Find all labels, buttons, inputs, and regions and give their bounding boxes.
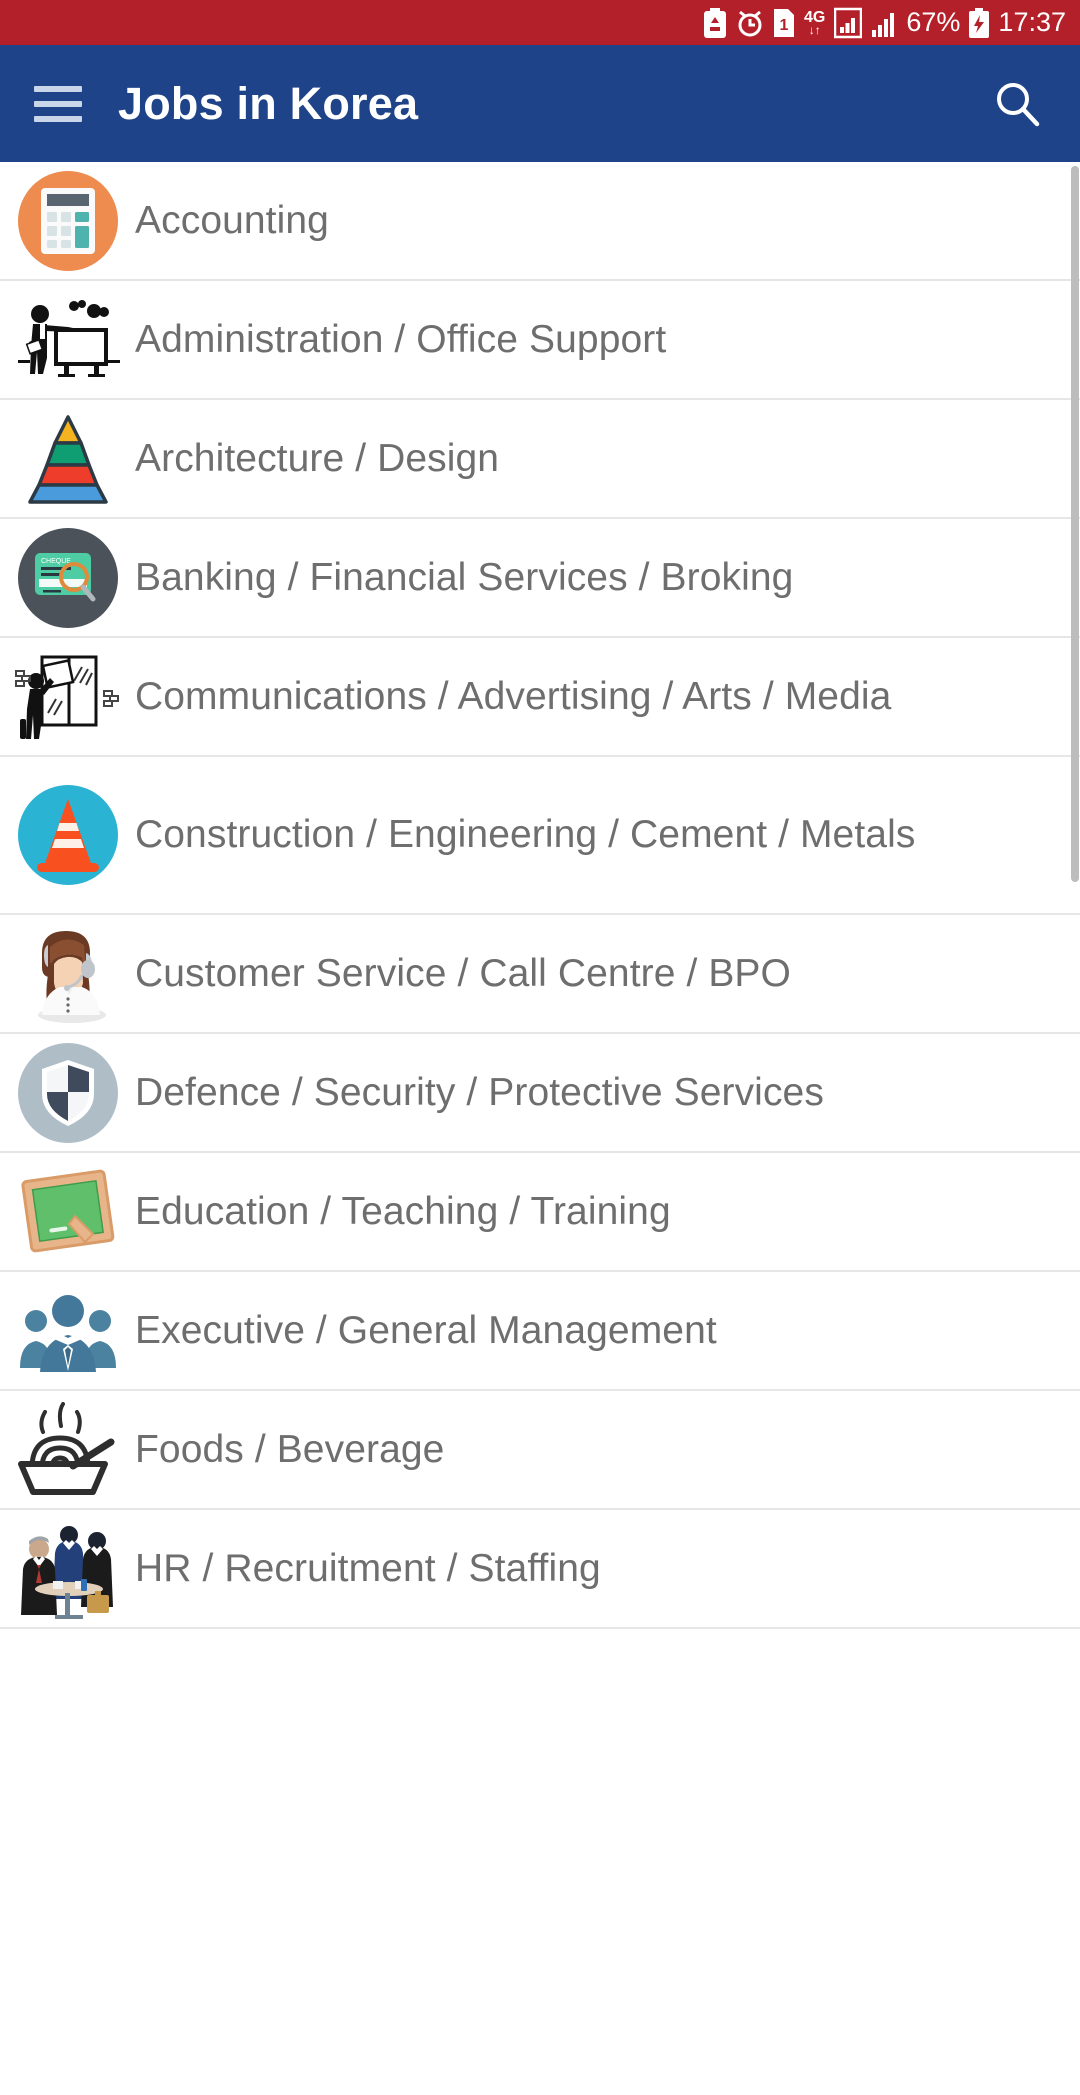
hamburger-menu-icon[interactable] bbox=[34, 85, 82, 122]
scrollbar-thumb[interactable] bbox=[1071, 166, 1079, 882]
list-item[interactable]: Defence / Security / Protective Services bbox=[0, 1034, 1080, 1153]
noodle-bowl-icon bbox=[0, 1401, 135, 1498]
battery-recycle-icon bbox=[703, 7, 727, 38]
chalkboard-icon bbox=[0, 1166, 135, 1258]
signal-bars-sim1-icon bbox=[834, 7, 863, 39]
business-team-icon bbox=[0, 1288, 135, 1374]
list-item[interactable]: Accounting bbox=[0, 162, 1080, 281]
presenter-whiteboard-icon bbox=[0, 298, 135, 382]
list-item-label: Defence / Security / Protective Services bbox=[135, 1070, 824, 1114]
cheque-magnifier-icon: CHEQUE bbox=[0, 527, 135, 628]
hamburger-bar bbox=[34, 115, 82, 122]
calculator-icon-circle bbox=[17, 170, 118, 271]
list-item[interactable]: Communications / Advertising / Arts / Me… bbox=[0, 638, 1080, 757]
data-arrows-icon: ↓↑ bbox=[808, 22, 821, 37]
list-item[interactable]: Construction / Engineering / Cement / Me… bbox=[0, 757, 1080, 915]
sim1-icon: 1 bbox=[773, 8, 795, 38]
hamburger-bar bbox=[34, 100, 82, 107]
category-list[interactable]: Accounting Administration / Office Suppo… bbox=[0, 162, 1080, 2095]
vertical-scrollbar[interactable] bbox=[1071, 162, 1079, 2095]
list-item[interactable]: Executive / General Management bbox=[0, 1272, 1080, 1391]
list-item[interactable]: HR / Recruitment / Staffing bbox=[0, 1510, 1080, 1629]
list-item-label: Foods / Beverage bbox=[135, 1427, 445, 1471]
list-item[interactable]: Customer Service / Call Centre / BPO bbox=[0, 915, 1080, 1034]
calculator-icon bbox=[0, 170, 135, 271]
list-item-label: Construction / Engineering / Cement / Me… bbox=[135, 813, 916, 856]
poster-billboard-icon bbox=[0, 651, 135, 743]
battery-percent-label: 67% bbox=[906, 7, 961, 37]
list-item[interactable]: Administration / Office Support bbox=[0, 281, 1080, 400]
shield-icon-circle bbox=[17, 1042, 118, 1143]
list-item-label: Education / Teaching / Training bbox=[135, 1189, 671, 1233]
list-item-label: Communications / Advertising / Arts / Me… bbox=[135, 674, 892, 718]
4g-data-icon: 4G ↓↑ bbox=[804, 9, 825, 37]
list-item-label: Architecture / Design bbox=[135, 436, 500, 480]
list-item-label: Banking / Financial Services / Broking bbox=[135, 555, 794, 599]
list-item-label: Executive / General Management bbox=[135, 1308, 717, 1352]
battery-charging-icon bbox=[969, 7, 990, 38]
list-item[interactable]: Education / Teaching / Training bbox=[0, 1153, 1080, 1272]
app-bar: Jobs in Korea bbox=[0, 45, 1080, 162]
clock-label: 17:37 bbox=[998, 7, 1066, 37]
list-item-label: Accounting bbox=[135, 198, 329, 242]
pyramid-chart-icon bbox=[0, 413, 135, 505]
list-item[interactable]: CHEQUE Banking / Financial Services / Br… bbox=[0, 519, 1080, 638]
status-bar: 1 4G ↓↑ 67% 17:37 bbox=[0, 0, 1080, 45]
list-item[interactable]: Architecture / Design bbox=[0, 400, 1080, 519]
page-title: Jobs in Korea bbox=[118, 77, 419, 129]
list-item-label: HR / Recruitment / Staffing bbox=[135, 1546, 601, 1590]
alarm-icon bbox=[736, 8, 764, 38]
signal-bars-sim2-icon bbox=[871, 8, 897, 38]
cheque-magnifier-icon-circle: CHEQUE bbox=[17, 527, 118, 628]
shield-icon bbox=[0, 1042, 135, 1143]
hamburger-bar bbox=[34, 85, 82, 92]
list-item-label: Customer Service / Call Centre / BPO bbox=[135, 951, 791, 995]
headset-operator-icon bbox=[0, 925, 135, 1023]
traffic-cone-icon bbox=[0, 785, 135, 885]
sim-slot-number: 1 bbox=[780, 17, 789, 34]
list-item[interactable]: Foods / Beverage bbox=[0, 1391, 1080, 1510]
search-icon[interactable] bbox=[990, 76, 1046, 132]
interview-panel-icon bbox=[0, 1519, 135, 1619]
list-item-label: Administration / Office Support bbox=[135, 317, 667, 361]
traffic-cone-icon-circle bbox=[17, 785, 118, 885]
